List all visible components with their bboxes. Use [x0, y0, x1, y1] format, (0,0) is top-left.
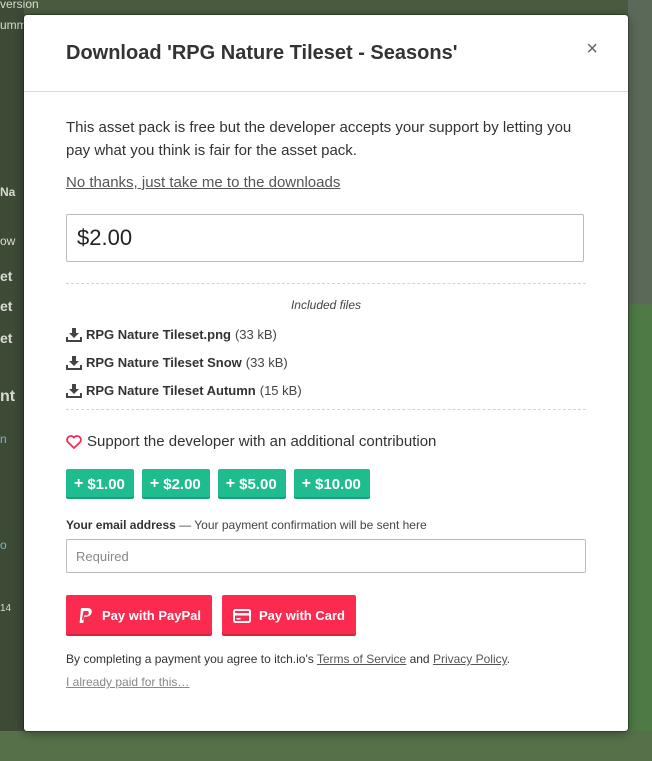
- pay-with-card-button[interactable]: Pay with Card: [222, 595, 356, 636]
- privacy-policy-link[interactable]: Privacy Policy: [433, 652, 507, 666]
- paypal-icon: [78, 607, 94, 625]
- terms-of-service-link[interactable]: Terms of Service: [317, 652, 406, 666]
- tip-button-10[interactable]: + $10.00: [293, 469, 370, 499]
- plus-icon: +: [301, 475, 312, 492]
- included-files-title: Included files: [290, 298, 362, 312]
- email-label-title: Your email address: [66, 518, 176, 532]
- tip-button-5[interactable]: + $5.00: [217, 469, 286, 499]
- background-text: o: [0, 538, 7, 552]
- support-text: Support the developer with an additional…: [87, 433, 437, 450]
- price-input[interactable]: [66, 214, 584, 262]
- divider: [66, 283, 586, 284]
- background-text: et: [0, 268, 13, 284]
- terms-prefix: By completing a payment you agree to itc…: [66, 652, 317, 666]
- card-label: Pay with Card: [259, 608, 345, 623]
- terms-suffix: .: [506, 652, 511, 666]
- file-name: RPG Nature Tileset Autumn: [86, 383, 256, 398]
- background-text: 14: [0, 603, 12, 614]
- email-label-hint: — Your payment confirmation will be sent…: [175, 518, 427, 532]
- tip-amount: $10.00: [315, 475, 361, 493]
- tip-button-1[interactable]: + $1.00: [66, 469, 134, 499]
- download-icon: [66, 383, 82, 398]
- tip-button-2[interactable]: + $2.00: [141, 469, 210, 499]
- file-item: RPG Nature Tileset Autumn (15 kB): [66, 383, 302, 398]
- file-item: RPG Nature Tileset.png (33 kB): [66, 327, 277, 342]
- support-developer-label: Support the developer with an additional…: [66, 433, 436, 450]
- no-thanks-link[interactable]: No thanks, just take me to the downloads: [66, 174, 340, 191]
- credit-card-icon: [233, 608, 251, 623]
- background-text: umm: [0, 18, 27, 32]
- email-field[interactable]: [66, 539, 586, 573]
- background-text: n: [0, 432, 7, 446]
- background-page-left: version umm Na ow et et et nt n o 14: [0, 0, 39, 761]
- terms-and: and: [406, 652, 433, 666]
- download-icon: [66, 327, 82, 342]
- file-size: (33 kB): [234, 327, 277, 342]
- tip-amount: $2.00: [163, 475, 201, 493]
- modal-title: Download 'RPG Nature Tileset - Seasons': [66, 42, 458, 64]
- pay-with-paypal-button[interactable]: Pay with PayPal: [66, 595, 212, 636]
- modal-header: Download 'RPG Nature Tileset - Seasons' …: [24, 15, 628, 92]
- paypal-label: Pay with PayPal: [102, 608, 201, 623]
- background-text: et: [0, 330, 13, 346]
- file-size: (15 kB): [259, 383, 302, 398]
- download-icon: [66, 355, 82, 370]
- file-name: RPG Nature Tileset Snow: [86, 355, 242, 370]
- background-text: Na: [0, 185, 16, 199]
- already-paid-link[interactable]: I already paid for this…: [66, 675, 189, 689]
- tip-amount: $1.00: [87, 475, 125, 493]
- divider: [66, 409, 586, 410]
- plus-icon: +: [225, 475, 236, 492]
- close-icon[interactable]: ×: [586, 39, 598, 59]
- plus-icon: +: [74, 475, 84, 492]
- tip-amount: $5.00: [239, 475, 277, 493]
- download-modal: Download 'RPG Nature Tileset - Seasons' …: [24, 15, 628, 731]
- intro-text: This asset pack is free but the develope…: [66, 119, 572, 159]
- email-label: Your email address — Your payment confir…: [66, 518, 427, 532]
- plus-icon: +: [149, 475, 160, 492]
- file-item: RPG Nature Tileset Snow (33 kB): [66, 355, 288, 370]
- tip-buttons: + $1.00 + $2.00 + $5.00 + $10.00: [66, 469, 370, 499]
- background-page-bottom: [0, 731, 652, 761]
- file-size: (33 kB): [245, 355, 288, 370]
- background-text: ow: [0, 234, 16, 248]
- background-text: nt: [0, 388, 16, 405]
- file-name: RPG Nature Tileset.png: [86, 327, 231, 342]
- background-page-right: [628, 0, 652, 761]
- background-text: version: [0, 0, 39, 11]
- background-text: et: [0, 298, 13, 314]
- heart-icon: [66, 434, 82, 449]
- terms-text: By completing a payment you agree to itc…: [66, 652, 510, 666]
